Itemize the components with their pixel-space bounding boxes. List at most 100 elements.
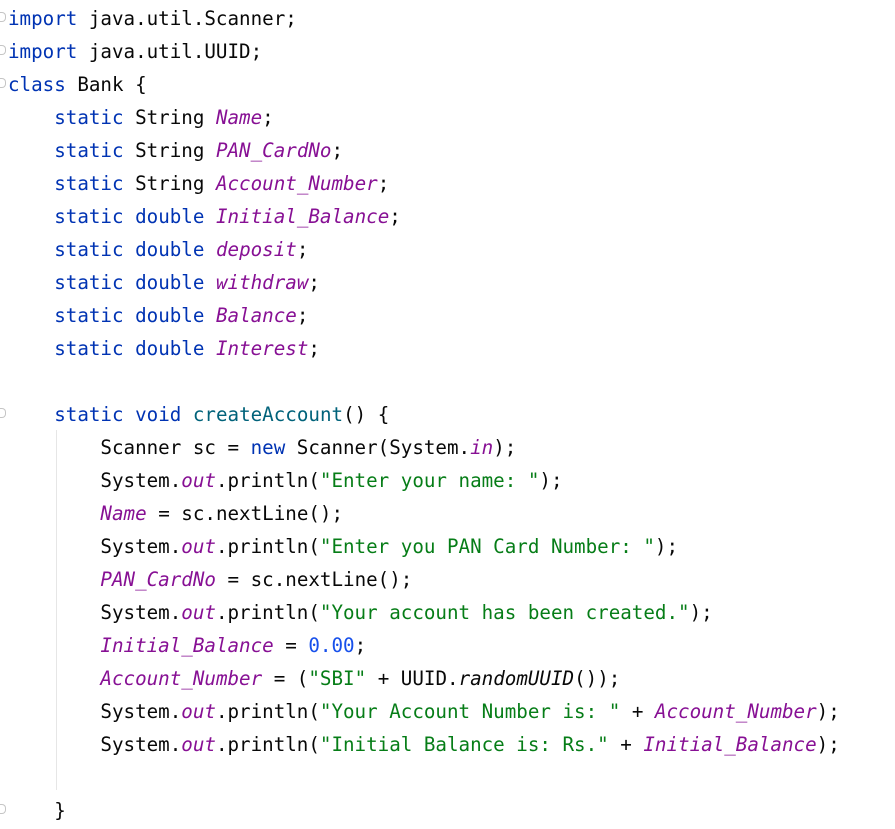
code-token: ; bbox=[354, 634, 367, 657]
code-token: .println( bbox=[215, 469, 320, 492]
code-line[interactable]: Account_Number = ("SBI" + UUID.randomUUI… bbox=[8, 662, 620, 695]
code-token: "Enter you PAN Card Number: " bbox=[319, 535, 655, 558]
code-line[interactable]: static double Balance; bbox=[8, 299, 308, 332]
fold-import-end-icon[interactable] bbox=[0, 45, 6, 55]
code-line[interactable]: import java.util.Scanner; bbox=[8, 2, 297, 35]
code-line[interactable]: Initial_Balance = 0.00; bbox=[8, 629, 366, 662]
code-token: Initial_Balance bbox=[100, 634, 274, 657]
code-line[interactable]: static double Interest; bbox=[8, 332, 320, 365]
code-token: ); bbox=[493, 436, 517, 459]
code-token: System. bbox=[8, 601, 182, 624]
code-token: Interest bbox=[215, 337, 309, 360]
code-line[interactable]: static double withdraw; bbox=[8, 266, 320, 299]
code-line[interactable]: System.out.println("Enter you PAN Card N… bbox=[8, 530, 678, 563]
fold-method-icon[interactable] bbox=[0, 408, 6, 418]
code-token: static bbox=[54, 238, 124, 261]
code-token: System. bbox=[8, 733, 182, 756]
code-token: .println( bbox=[215, 535, 320, 558]
code-token: "SBI" bbox=[308, 667, 367, 690]
code-line[interactable]: PAN_CardNo = sc.nextLine(); bbox=[8, 563, 412, 596]
code-token: String bbox=[123, 139, 216, 162]
code-token: double bbox=[135, 271, 205, 294]
code-line[interactable]: class Bank { bbox=[8, 68, 147, 101]
code-token: Initial_Balance bbox=[215, 205, 390, 228]
code-line[interactable]: static String Account_Number; bbox=[8, 167, 389, 200]
code-line[interactable]: static String PAN_CardNo; bbox=[8, 134, 343, 167]
code-token: "Your account has been created." bbox=[319, 601, 690, 624]
code-token: ); bbox=[816, 733, 840, 756]
code-token: double bbox=[135, 304, 205, 327]
code-line[interactable]: static String Name; bbox=[8, 101, 274, 134]
code-line[interactable]: } bbox=[8, 794, 66, 827]
code-token: static bbox=[54, 304, 124, 327]
code-token: import bbox=[8, 7, 78, 30]
code-line[interactable]: static double deposit; bbox=[8, 233, 308, 266]
code-token: Bank { bbox=[65, 73, 147, 96]
code-line[interactable]: System.out.println("Your account has bee… bbox=[8, 596, 713, 629]
code-token: = sc.nextLine(); bbox=[146, 502, 344, 525]
code-token: ; bbox=[389, 205, 401, 228]
code-line[interactable]: Scanner sc = new Scanner(System.in); bbox=[8, 431, 516, 464]
code-token: Account_Number bbox=[100, 667, 263, 690]
code-token: static bbox=[54, 205, 124, 228]
fold-import-icon[interactable] bbox=[0, 12, 6, 22]
code-token: + bbox=[608, 733, 644, 756]
code-token: ; bbox=[296, 304, 309, 327]
code-token: static bbox=[54, 337, 124, 360]
code-line[interactable]: Name = sc.nextLine(); bbox=[8, 497, 343, 530]
code-token: Name bbox=[100, 502, 147, 525]
code-line[interactable]: import java.util.UUID; bbox=[8, 35, 262, 68]
code-token: ; bbox=[308, 271, 320, 294]
code-token: 0.00 bbox=[308, 634, 355, 657]
code-line[interactable]: System.out.println("Initial Balance is: … bbox=[8, 728, 840, 761]
code-token: .println( bbox=[215, 700, 320, 723]
code-token: = bbox=[273, 634, 309, 657]
code-token: out bbox=[181, 700, 216, 723]
code-token: withdraw bbox=[215, 271, 309, 294]
code-token: ); bbox=[816, 700, 840, 723]
code-line[interactable]: static double Initial_Balance; bbox=[8, 200, 401, 233]
code-line[interactable]: System.out.println("Enter your name: "); bbox=[8, 464, 562, 497]
code-token: static bbox=[54, 139, 124, 162]
code-token: ); bbox=[689, 601, 713, 624]
code-token: ; bbox=[262, 106, 274, 129]
code-token: Scanner(System. bbox=[285, 436, 471, 459]
code-line[interactable]: System.out.println("Your Account Number … bbox=[8, 695, 840, 728]
code-token: import bbox=[8, 40, 78, 63]
code-token: Initial_Balance bbox=[643, 733, 817, 756]
fold-class-icon[interactable] bbox=[0, 78, 6, 88]
code-token: static bbox=[54, 271, 124, 294]
code-token: String bbox=[123, 172, 216, 195]
code-editor[interactable]: import java.util.Scanner; import java.uti… bbox=[0, 0, 895, 829]
code-token: = sc.nextLine(); bbox=[215, 568, 413, 591]
code-token: ; bbox=[296, 238, 309, 261]
code-token: static bbox=[54, 106, 124, 129]
fold-method-end-icon[interactable] bbox=[0, 804, 6, 814]
code-token: Scanner sc = bbox=[8, 436, 251, 459]
code-token: ); bbox=[654, 535, 679, 558]
code-token: .println( bbox=[215, 601, 320, 624]
code-line[interactable]: static void createAccount() { bbox=[8, 398, 389, 431]
code-token: System. bbox=[8, 700, 182, 723]
code-token: = ( bbox=[262, 667, 309, 690]
code-token: System. bbox=[8, 469, 182, 492]
code-token: .println( bbox=[215, 733, 320, 756]
code-token: + UUID. bbox=[366, 667, 459, 690]
